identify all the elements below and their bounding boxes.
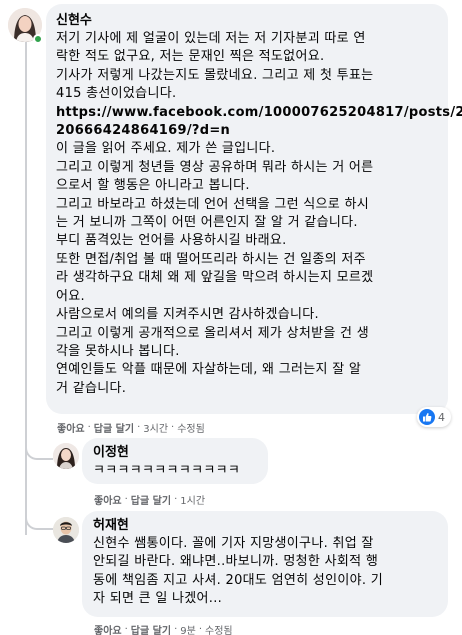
avatar[interactable] <box>53 517 79 543</box>
avatar[interactable] <box>53 443 79 469</box>
reply-author[interactable]: 이정현 <box>93 444 257 462</box>
reply-connector <box>25 508 53 530</box>
reply-connector <box>25 438 53 460</box>
reply-text: ㅋㅋㅋㅋㅋㅋㅋㅋㅋㅋㅋㅋ <box>93 463 241 478</box>
like-button[interactable]: 좋아요 <box>57 420 85 435</box>
reply-button[interactable]: 답글 달기 <box>131 622 171 635</box>
comment-actions: 좋아요 · 답글 달기 · 3시간 · 수정됨 <box>57 420 205 435</box>
edited-label[interactable]: 수정됨 <box>205 622 233 635</box>
timestamp[interactable]: 3시간 <box>143 420 168 435</box>
timestamp[interactable]: 1시간 <box>180 492 205 507</box>
reply-author[interactable]: 허재현 <box>93 517 437 535</box>
reply-button[interactable]: 답글 달기 <box>131 492 171 507</box>
like-icon <box>419 409 435 425</box>
edited-label[interactable]: 수정됨 <box>177 420 205 435</box>
reaction-count-badge[interactable]: 4 <box>417 407 451 427</box>
comment-text: 저기 기사에 제 얼굴이 있는데 저는 저 기자분괴 따로 연 락한 적도 없구… <box>56 31 462 396</box>
post-link[interactable]: https://www.facebook.com/100007625204817… <box>56 104 462 122</box>
reply-button[interactable]: 답글 달기 <box>94 420 134 435</box>
comment-author[interactable]: 신현수 <box>56 12 438 30</box>
reaction-count: 4 <box>438 410 445 424</box>
comment-bubble: 신현수 저기 기사에 제 얼굴이 있는데 저는 저 기자분괴 따로 연 락한 적… <box>46 4 462 414</box>
thread-line <box>25 40 27 535</box>
online-status-icon <box>33 34 43 44</box>
post-link[interactable]: 20666424864169/?d=n <box>56 122 438 140</box>
reply-actions: 좋아요 · 답글 달기 · 1시간 <box>94 492 206 507</box>
reply-bubble: 이정현 ㅋㅋㅋㅋㅋㅋㅋㅋㅋㅋㅋㅋ <box>82 438 268 484</box>
like-button[interactable]: 좋아요 <box>94 622 122 635</box>
reply-bubble: 허재현 신현수 쌤통이다. 꼴에 기자 지망생이구나. 취업 잘 안되길 바란다… <box>82 511 448 617</box>
timestamp[interactable]: 9분 <box>180 622 196 635</box>
reply-actions: 좋아요 · 답글 달기 · 9분 · 수정됨 <box>94 622 233 635</box>
like-button[interactable]: 좋아요 <box>94 492 122 507</box>
reply-text: 신현수 쌤통이다. 꼴에 기자 지망생이구나. 취업 잘 안되길 바란다. 왜냐… <box>93 536 383 607</box>
